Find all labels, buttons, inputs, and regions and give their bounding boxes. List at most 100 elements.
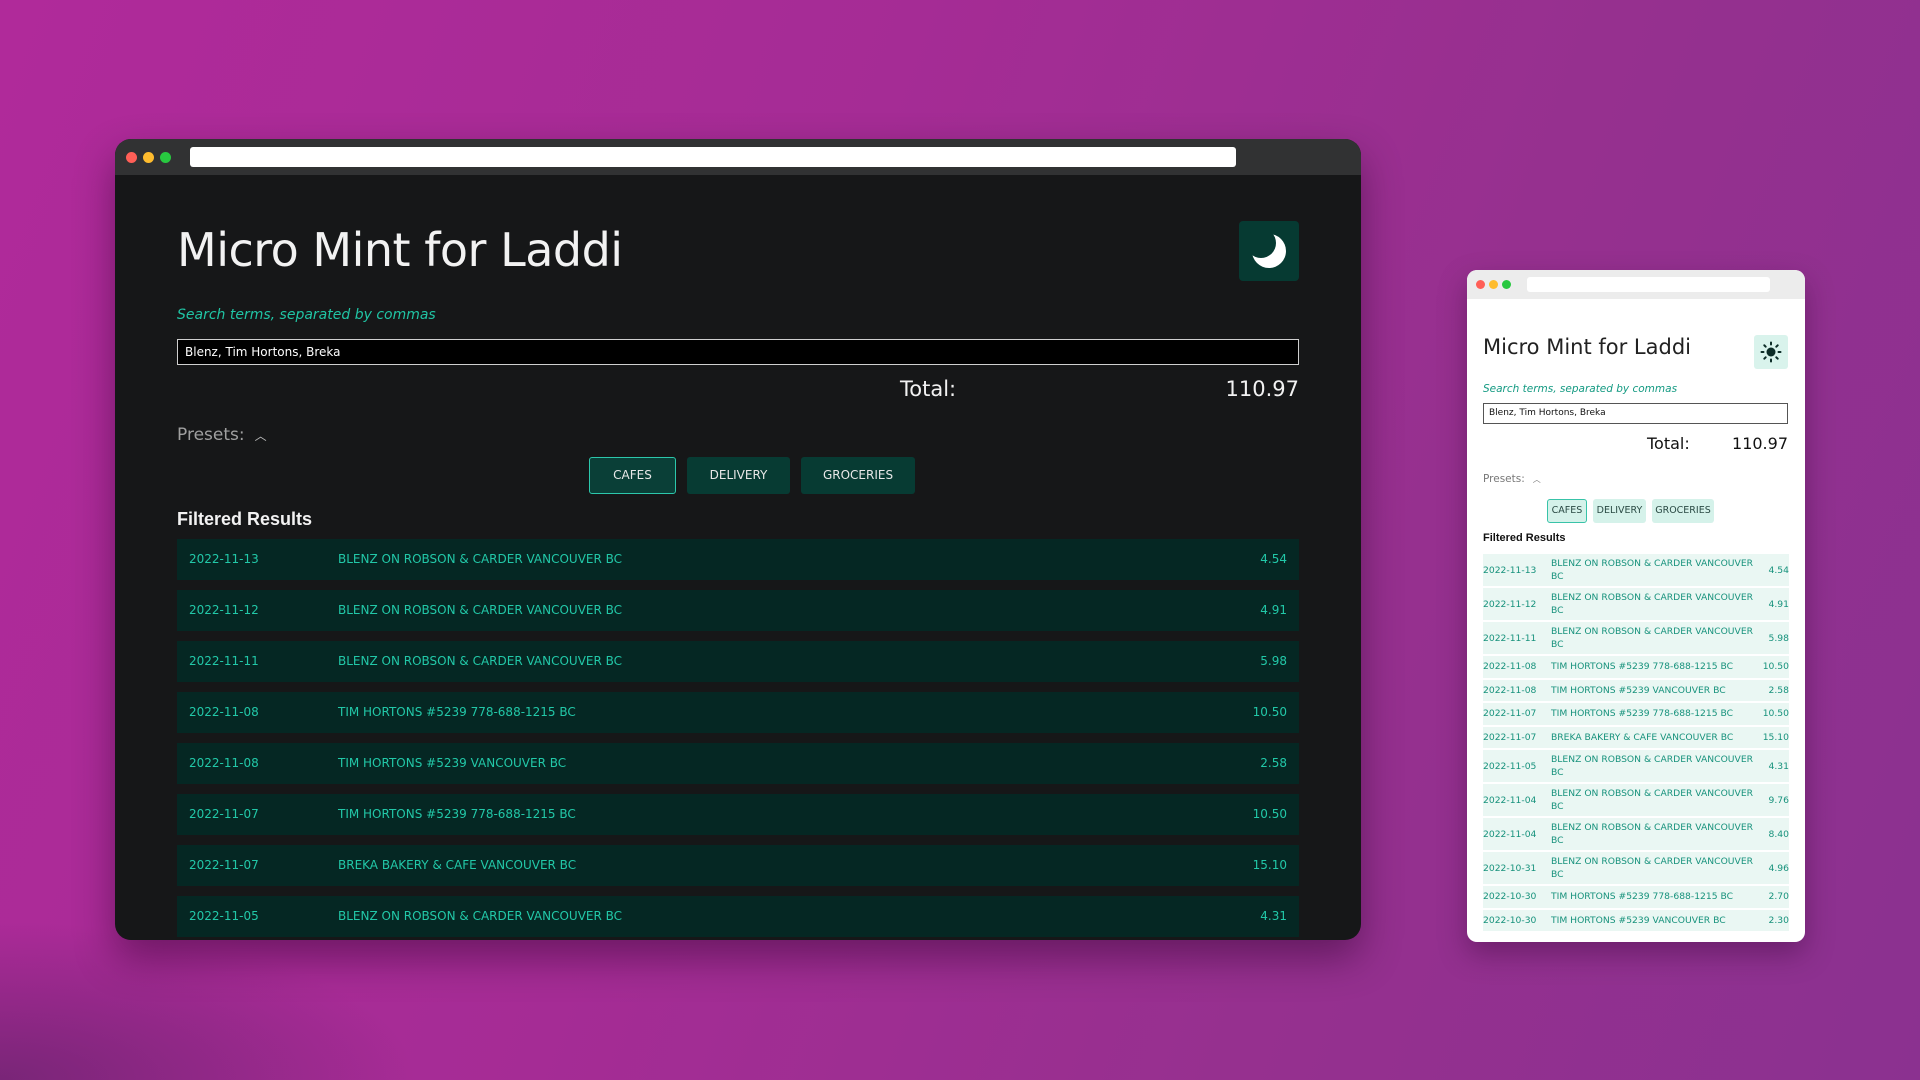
- chevron-up-icon: ︿: [1532, 474, 1541, 484]
- moon-icon: [1250, 232, 1286, 268]
- row-amount: 4.31: [1260, 909, 1287, 923]
- results-title: Filtered Results: [177, 509, 313, 529]
- row-date: 2022-11-12: [1483, 598, 1537, 610]
- preset-button-cafes[interactable]: CAFES: [1547, 499, 1587, 523]
- close-window-dot[interactable]: [126, 152, 137, 163]
- row-amount: 5.98: [1768, 632, 1789, 644]
- table-row[interactable]: 2022-11-13 BLENZ ON ROBSON & CARDER VANC…: [177, 539, 1299, 580]
- search-hint: Search terms, separated by commas: [1483, 383, 1678, 395]
- table-row[interactable]: 2022-11-08 TIM HORTONS #5239 778-688-121…: [1483, 656, 1789, 678]
- presets-label: Presets:: [177, 425, 245, 445]
- preset-button-delivery[interactable]: DELIVERY: [1593, 499, 1646, 523]
- table-row[interactable]: 2022-10-31 BLENZ ON ROBSON & CARDER VANC…: [1483, 852, 1789, 884]
- row-description: BREKA BAKERY & CAFE VANCOUVER BC: [1551, 731, 1734, 743]
- maximize-window-dot[interactable]: [160, 152, 171, 163]
- table-row[interactable]: 2022-10-30 TIM HORTONS #5239 778-688-121…: [1483, 886, 1789, 908]
- search-input[interactable]: Blenz, Tim Hortons, Breka: [177, 339, 1299, 365]
- presets-toggle[interactable]: Presets: ︿: [177, 425, 267, 445]
- table-row[interactable]: 2022-11-05 BLENZ ON ROBSON & CARDER VANC…: [177, 896, 1299, 937]
- row-amount: 15.10: [1252, 858, 1287, 872]
- row-description: BLENZ ON ROBSON & CARDER VANCOUVER BC: [338, 603, 623, 617]
- results-title: Filtered Results: [1483, 532, 1566, 544]
- table-row[interactable]: 2022-11-08 TIM HORTONS #5239 VANCOUVER B…: [177, 743, 1299, 784]
- total-label: Total:: [900, 377, 957, 401]
- search-hint: Search terms, separated by commas: [177, 307, 436, 323]
- row-amount: 4.96: [1768, 862, 1789, 874]
- results-table: 2022-11-13 BLENZ ON ROBSON & CARDER VANC…: [177, 539, 1299, 940]
- row-description: BLENZ ON ROBSON & CARDER VANCOUVER BC: [1551, 626, 1754, 650]
- table-row[interactable]: 2022-11-07 BREKA BAKERY & CAFE VANCOUVER…: [177, 845, 1299, 886]
- row-amount: 15.10: [1762, 731, 1789, 743]
- table-row[interactable]: 2022-10-30 TIM HORTONS #5239 VANCOUVER B…: [1483, 909, 1789, 931]
- maximize-window-dot[interactable]: [1502, 280, 1511, 289]
- row-date: 2022-11-08: [189, 705, 259, 719]
- row-description: BLENZ ON ROBSON & CARDER VANCOUVER BC: [338, 552, 623, 566]
- row-description: TIM HORTONS #5239 778-688-1215 BC: [1551, 891, 1734, 903]
- table-row[interactable]: 2022-11-11 BLENZ ON ROBSON & CARDER VANC…: [1483, 622, 1789, 654]
- row-description: TIM HORTONS #5239 778-688-1215 BC: [1551, 661, 1734, 673]
- row-date: 2022-10-30: [1483, 891, 1537, 903]
- presets-toggle[interactable]: Presets: ︿: [1483, 473, 1541, 485]
- preset-button-delivery[interactable]: DELIVERY: [687, 457, 790, 494]
- row-date: 2022-11-12: [189, 603, 259, 617]
- row-date: 2022-11-05: [189, 909, 259, 923]
- table-row[interactable]: 2022-11-07 TIM HORTONS #5239 778-688-121…: [1483, 703, 1789, 725]
- row-description: BLENZ ON ROBSON & CARDER VANCOUVER BC: [338, 654, 623, 668]
- row-date: 2022-11-07: [189, 858, 259, 872]
- light-mode-browser-window: Micro Mint for Laddi Search terms, separ…: [1467, 270, 1805, 942]
- row-description: TIM HORTONS #5239 778-688-1215 BC: [1551, 708, 1734, 720]
- table-row[interactable]: 2022-11-08 TIM HORTONS #5239 778-688-121…: [177, 692, 1299, 733]
- total-value: 110.97: [1732, 434, 1788, 453]
- row-amount: 2.30: [1768, 914, 1789, 926]
- preset-button-groceries[interactable]: GROCERIES: [1652, 499, 1714, 523]
- row-description: TIM HORTONS #5239 VANCOUVER BC: [338, 756, 567, 770]
- preset-button-cafes[interactable]: CAFES: [589, 457, 676, 494]
- address-bar[interactable]: [1527, 277, 1770, 292]
- row-amount: 4.54: [1768, 564, 1789, 576]
- row-amount: 5.98: [1260, 654, 1287, 668]
- table-row[interactable]: 2022-11-13 BLENZ ON ROBSON & CARDER VANC…: [1483, 554, 1789, 586]
- preset-button-groceries[interactable]: GROCERIES: [801, 457, 915, 494]
- row-amount: 2.58: [1260, 756, 1287, 770]
- table-row[interactable]: 2022-11-08 TIM HORTONS #5239 VANCOUVER B…: [1483, 679, 1789, 701]
- row-date: 2022-11-05: [1483, 760, 1537, 772]
- row-date: 2022-11-04: [1483, 828, 1537, 840]
- page-title: Micro Mint for Laddi: [1483, 335, 1691, 359]
- minimize-window-dot[interactable]: [1489, 280, 1498, 289]
- minimize-window-dot[interactable]: [143, 152, 154, 163]
- table-row[interactable]: 2022-11-04 BLENZ ON ROBSON & CARDER VANC…: [1483, 818, 1789, 850]
- row-description: TIM HORTONS #5239 778-688-1215 BC: [338, 705, 576, 719]
- row-amount: 2.58: [1768, 684, 1789, 696]
- background-shade: [0, 920, 420, 1080]
- theme-toggle-button[interactable]: [1754, 335, 1788, 369]
- theme-toggle-button[interactable]: [1239, 221, 1299, 281]
- table-row[interactable]: 2022-11-11 BLENZ ON ROBSON & CARDER VANC…: [177, 641, 1299, 682]
- table-row[interactable]: 2022-11-05 BLENZ ON ROBSON & CARDER VANC…: [1483, 750, 1789, 782]
- chevron-up-icon: ︿: [254, 428, 267, 443]
- row-description: TIM HORTONS #5239 VANCOUVER BC: [1551, 914, 1726, 926]
- row-date: 2022-11-08: [1483, 684, 1537, 696]
- row-date: 2022-11-07: [1483, 731, 1537, 743]
- table-row[interactable]: 2022-11-12 BLENZ ON ROBSON & CARDER VANC…: [177, 590, 1299, 631]
- total-value: 110.97: [1225, 377, 1299, 401]
- row-date: 2022-10-31: [1483, 862, 1537, 874]
- row-amount: 2.70: [1768, 891, 1789, 903]
- table-row[interactable]: 2022-11-07 BREKA BAKERY & CAFE VANCOUVER…: [1483, 726, 1789, 748]
- search-input[interactable]: Blenz, Tim Hortons, Breka: [1483, 403, 1788, 424]
- row-date: 2022-11-11: [189, 654, 259, 668]
- presets-label: Presets:: [1483, 473, 1525, 485]
- browser-chrome-bar: [1467, 270, 1805, 299]
- table-row[interactable]: 2022-11-04 BLENZ ON ROBSON & CARDER VANC…: [1483, 784, 1789, 816]
- address-bar[interactable]: [190, 147, 1236, 167]
- table-row[interactable]: 2022-11-12 BLENZ ON ROBSON & CARDER VANC…: [1483, 588, 1789, 620]
- row-amount: 9.76: [1768, 794, 1789, 806]
- total-label: Total:: [1647, 434, 1690, 453]
- row-amount: 10.50: [1762, 708, 1789, 720]
- close-window-dot[interactable]: [1476, 280, 1485, 289]
- row-amount: 8.40: [1768, 828, 1789, 840]
- row-description: BLENZ ON ROBSON & CARDER VANCOUVER BC: [1551, 822, 1754, 846]
- row-amount: 4.31: [1768, 760, 1789, 772]
- row-description: BLENZ ON ROBSON & CARDER VANCOUVER BC: [1551, 754, 1754, 778]
- table-row[interactable]: 2022-11-07 TIM HORTONS #5239 778-688-121…: [177, 794, 1299, 835]
- row-amount: 4.91: [1768, 598, 1789, 610]
